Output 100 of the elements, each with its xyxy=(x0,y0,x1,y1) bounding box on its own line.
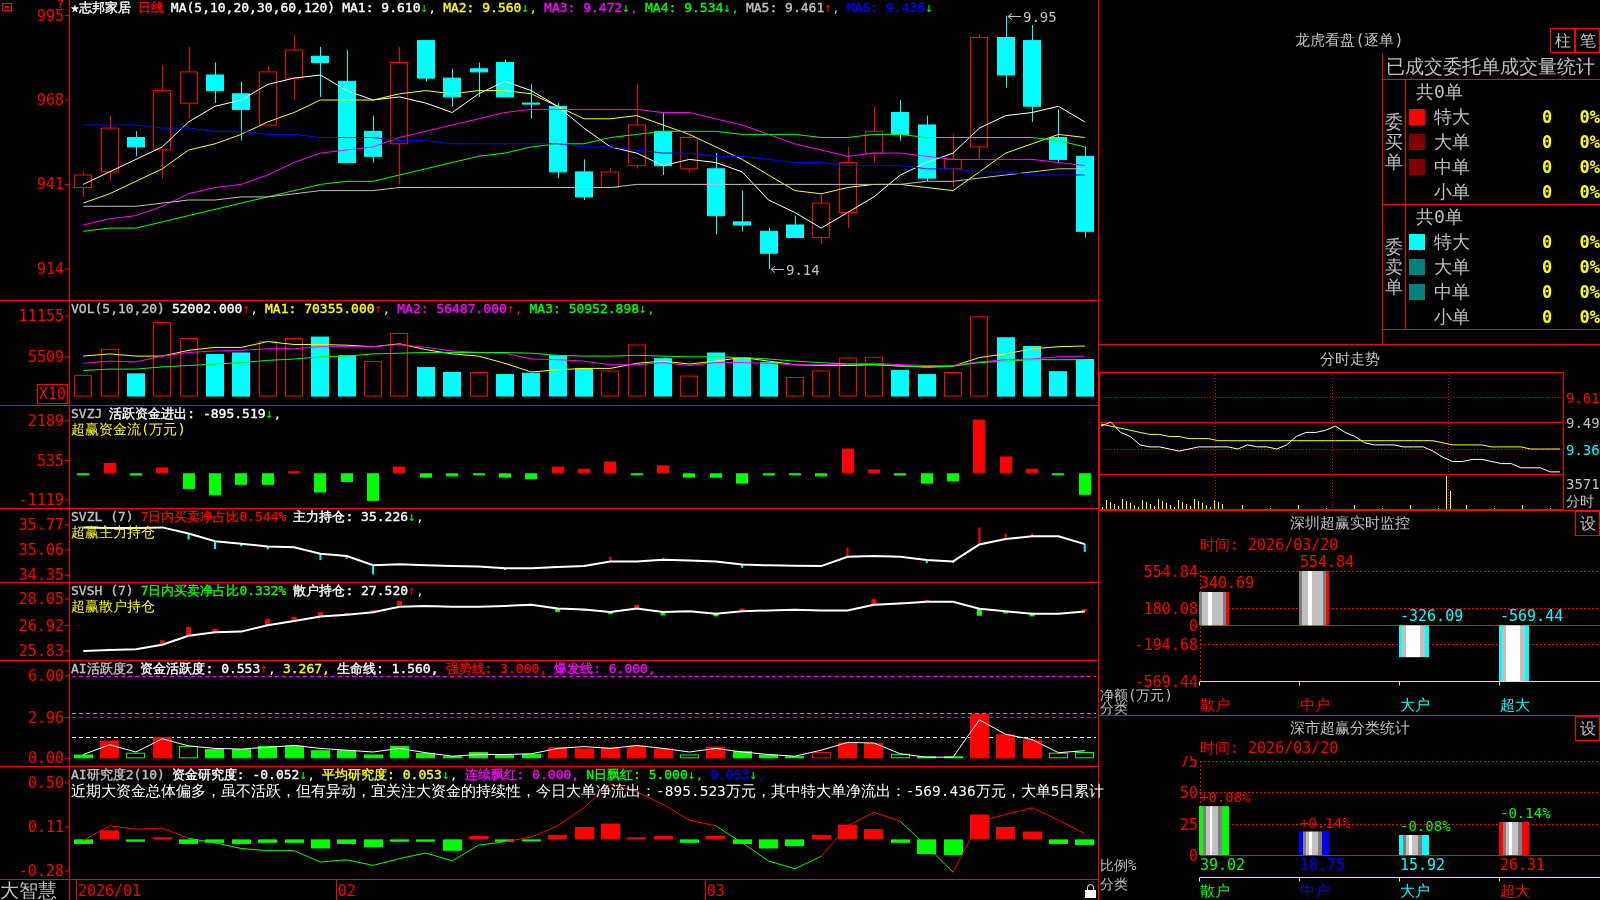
legend-item: MA5: 9.461 xyxy=(745,0,825,15)
legend-item: SVZL (7) xyxy=(71,509,134,524)
value-label: 18.75 xyxy=(1300,856,1346,874)
legend-separator: , xyxy=(646,301,655,316)
legend-item: 连续飘红: 0.000, xyxy=(464,767,580,782)
value-label: 340.69 xyxy=(1200,574,1255,592)
legend-item: 3.267, xyxy=(282,661,330,676)
panel-title: 龙虎看盘(逐单) xyxy=(1295,31,1404,50)
group-label: 委买单 xyxy=(1385,112,1403,172)
date-text: 时间: 2026/03/20 xyxy=(1200,740,1339,756)
axis-label: 9.36 xyxy=(1566,441,1600,458)
axis-label: 914 xyxy=(36,259,64,278)
order-count: 0 xyxy=(1541,230,1553,253)
order-count: 0 xyxy=(1541,305,1553,328)
axis-label: -0.28 xyxy=(18,862,64,879)
order-size-label: 中单 xyxy=(1433,280,1470,303)
legend-separator: , xyxy=(273,406,282,421)
chart-title: 深市超赢分类统计 xyxy=(1289,719,1410,738)
legend-separator: , xyxy=(731,0,739,15)
brand-name: 大智慧 xyxy=(0,879,57,900)
legend-separator: , xyxy=(529,0,538,15)
axis-label: 75 xyxy=(1179,756,1198,771)
order-count: 0 xyxy=(1541,130,1553,153)
trend-arrow: ↓ xyxy=(441,767,450,782)
axis-label: 28.05 xyxy=(18,590,64,608)
trend-arrow: ↓ xyxy=(521,0,530,15)
date-label: 02 xyxy=(337,882,356,900)
trend-arrow: ↑ xyxy=(260,661,269,676)
legend-item: 生命线: 1.560, xyxy=(336,661,439,676)
table-title: 已成交委托单成交量统计 xyxy=(1386,55,1595,77)
axis-label: -194.68 xyxy=(1134,635,1198,654)
order-share: 0% xyxy=(1579,155,1600,178)
axis-label: 6.00 xyxy=(27,666,64,685)
axis-label: 50 xyxy=(1179,783,1198,802)
trend-arrow: ↑ xyxy=(408,583,416,598)
axis-label: 0 xyxy=(1188,616,1198,635)
order-size-label: 大单 xyxy=(1433,255,1470,278)
order-count: 0 xyxy=(1541,155,1553,178)
legend-separator: , xyxy=(630,0,638,15)
category-label: 大户 xyxy=(1400,696,1430,714)
legend-item: MA1: 9.610 xyxy=(342,0,421,15)
legend-separator: , xyxy=(415,509,424,524)
trend-arrow: ↑ xyxy=(824,0,833,15)
change-label: -0.14% xyxy=(1500,805,1551,821)
axis-label: 0.00 xyxy=(27,749,64,766)
order-share: 0% xyxy=(1579,255,1600,278)
price-annotation: 9.95 xyxy=(1023,8,1057,25)
category-label: 超大 xyxy=(1500,882,1530,900)
legend-item: MA2: 9.560 xyxy=(443,0,522,15)
chart-title: 深圳超赢实时监控 xyxy=(1289,514,1410,533)
axis-label: 35.77 xyxy=(18,515,64,534)
legend-item: 52002.000 xyxy=(171,301,243,316)
legend-separator: , xyxy=(415,583,424,598)
legend-separator: , xyxy=(832,0,840,15)
axis-label: 941 xyxy=(36,175,64,194)
legend-separator: , xyxy=(514,301,523,316)
trend-arrow: ↓ xyxy=(420,0,429,15)
legend-item: N日飘红: 5.000 xyxy=(586,767,688,782)
order-count: 0 xyxy=(1541,105,1553,128)
trend-arrow: ↑ xyxy=(374,301,383,316)
axis-label: 9.61 xyxy=(1566,389,1600,406)
legend-item: 日线 xyxy=(137,0,164,15)
axis-label: 2.96 xyxy=(27,708,64,727)
legend-item: AI活跃度2 xyxy=(71,661,134,676)
legend-item: 活跃资金进出: -895.519 xyxy=(109,406,266,421)
order-share: 0% xyxy=(1579,180,1600,203)
legend-separator: , xyxy=(757,767,766,782)
legend-item: 7日内买卖净占比0.544% xyxy=(140,509,287,524)
axis-label: 968 xyxy=(36,91,64,109)
legend-item: MA2: 56487.000 xyxy=(397,301,507,316)
legend-item: MA4: 9.534 xyxy=(645,0,724,15)
indicator-title: 超赢主力持仓 xyxy=(71,524,155,540)
trend-arrow: ↓ xyxy=(723,0,732,15)
order-share: 0% xyxy=(1579,305,1600,328)
legend-item: MA6: 9.436 xyxy=(846,0,926,15)
axis-label: -1119 xyxy=(18,491,64,508)
order-share: 0% xyxy=(1579,130,1600,153)
axis-label: 0.50 xyxy=(27,773,64,792)
axis-label: 554.84 xyxy=(1143,562,1198,581)
chart-title: 分时走势 xyxy=(1319,349,1380,368)
axis-label: 26.92 xyxy=(18,616,64,635)
date-text: 时间: 2026/03/20 xyxy=(1200,536,1339,553)
axis-label: 2189 xyxy=(27,411,64,430)
trend-arrow: ↓ xyxy=(265,406,274,421)
legend-item: 主力持仓: 35.226 xyxy=(293,509,409,524)
legend-item: 散户持仓: 27.520 xyxy=(293,583,409,598)
order-share: 0% xyxy=(1579,280,1600,303)
order-size-label: 中单 xyxy=(1433,155,1470,178)
legend-item: 7日内买卖净占比0.332% xyxy=(140,583,287,598)
legend-item: 资金研究度: -0.052 xyxy=(171,767,300,782)
value-label: 15.92 xyxy=(1400,856,1446,874)
order-size-label: 小单 xyxy=(1433,305,1470,328)
change-label: -0.08% xyxy=(1400,818,1451,834)
trend-arrow: ↓ xyxy=(408,509,416,524)
axis-title: 比例% xyxy=(1100,857,1137,873)
legend-item: MA3: 50952.898 xyxy=(529,301,640,316)
legend-item: 0.053 xyxy=(710,767,750,782)
legend-separator: , xyxy=(382,301,391,316)
order-share: 0% xyxy=(1579,105,1600,128)
axis-label: 25.83 xyxy=(18,642,64,660)
